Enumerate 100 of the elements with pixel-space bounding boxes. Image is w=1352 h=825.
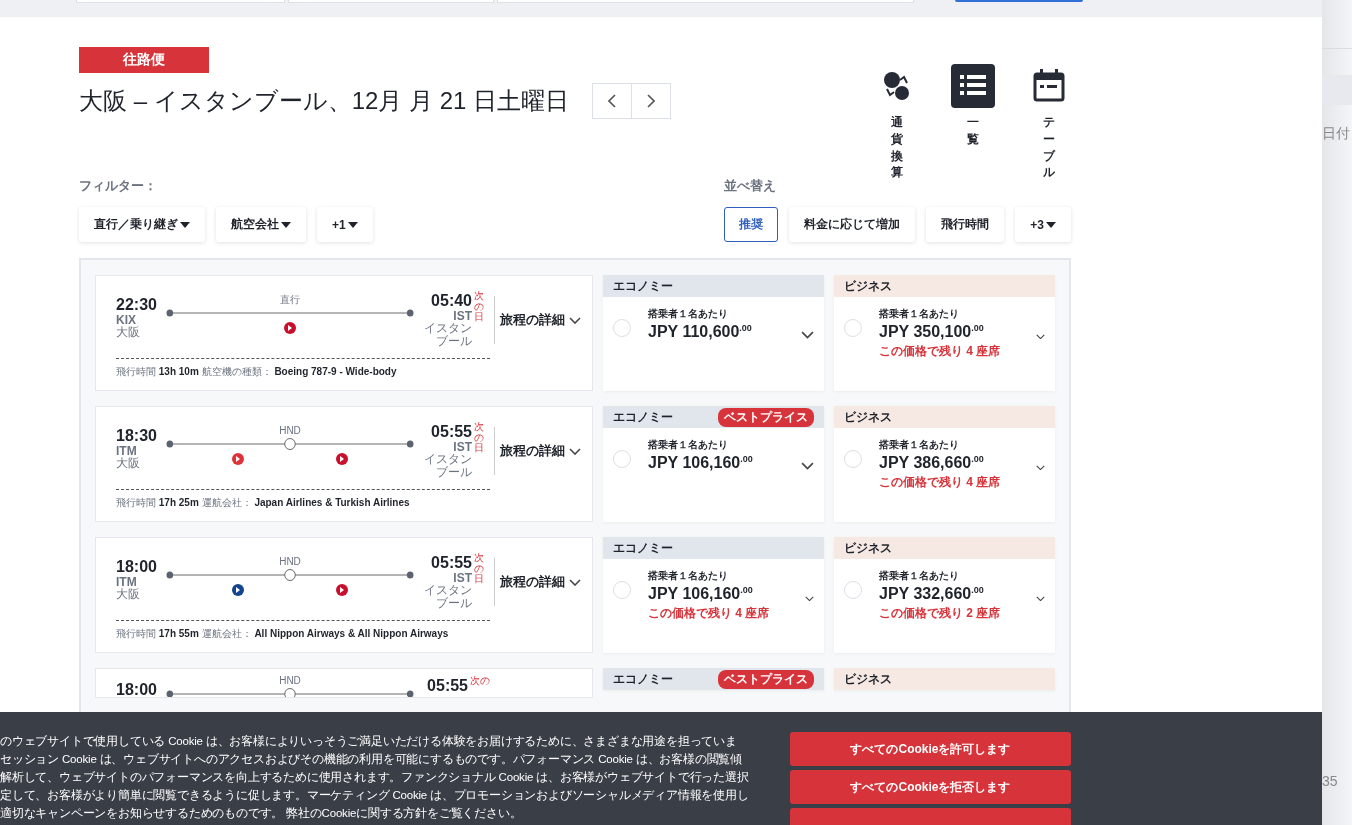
airport-code: IST: [453, 572, 472, 585]
route-title: 大阪 – イスタンブール、12月 月 21 日土曜日: [79, 86, 570, 116]
fare-card[interactable]: ビジネス 搭乗者１名あたり JPY 386,660$^{.00}$ この価格で残り 4 座席: [834, 406, 1055, 523]
seats-left-label: この価格で残り 4 座席: [879, 342, 1002, 360]
itinerary-details-button[interactable]: 旅程の詳細: [494, 427, 581, 476]
fare-card[interactable]: エコノミー ベストプライス 搭乗者１名あたり JPY 106,160$^{.00}$: [603, 406, 824, 523]
sort-button[interactable]: +3: [1015, 207, 1071, 243]
cookie-notice-text: 解析して、ウェブサイトのパフォーマンスを向上するために使用されます。ファンクショナル Cookie は、お客様がウェブサイトで行った選択: [0, 770, 749, 785]
airport-code: ITM: [116, 445, 137, 458]
cabin-name: ビジネス: [844, 670, 892, 688]
cabin-name: エコノミー: [613, 670, 673, 688]
filter-button[interactable]: 直行／乗り継ぎ: [79, 207, 205, 243]
fare-price: JPY 332,660$^{.00}$: [879, 585, 985, 604]
seats-left-label: この価格で残り 2 座席: [879, 604, 1002, 622]
caret-icon: [347, 221, 358, 228]
fare-card[interactable]: エコノミー ベストプライス: [603, 668, 824, 691]
chevron-down-icon: [801, 331, 814, 340]
airport-code: IST: [453, 441, 472, 454]
view-option[interactable]: 一覧: [951, 64, 995, 182]
fare-radio[interactable]: [613, 319, 631, 338]
cabin-name: エコノミー: [613, 277, 673, 295]
route-label: HND: [279, 425, 301, 438]
city-name: イスタンブール: [423, 584, 472, 611]
cabin-name: エコノミー: [613, 408, 673, 426]
next-day-label: 次の日: [474, 553, 485, 587]
cookie-button[interactable]: すべてのCookieを許可します: [790, 732, 1071, 766]
departure-time: 18:30: [116, 427, 158, 446]
previous-day-button[interactable]: [592, 83, 633, 119]
caret-icon: [180, 221, 190, 228]
flight-info: 飛行時間 17h 55m 運航会社： All Nippon Airways & All Nippon Airways: [116, 627, 450, 642]
fare-radio[interactable]: [613, 450, 631, 469]
view-option[interactable]: テーブル: [1027, 64, 1071, 182]
chevron-down-icon: [805, 595, 814, 602]
fare-radio[interactable]: [844, 319, 862, 338]
departure-time: 18:00: [116, 681, 158, 698]
chevron-left-icon: [608, 94, 617, 108]
next-day-button[interactable]: [631, 83, 672, 119]
fare-price: JPY 350,100$^{.00}$: [879, 323, 985, 342]
next-day-label: 次の日: [474, 291, 485, 325]
sort-button[interactable]: 料金に応じて増加: [789, 207, 916, 243]
table-cell-text: 35: [1322, 773, 1339, 789]
route-label: HND: [279, 556, 301, 569]
fare-card[interactable]: エコノミー 搭乗者１名あたり JPY 110,600$^{.00}$: [603, 275, 824, 392]
fare-card[interactable]: ビジネス: [834, 668, 1055, 691]
airport-code: KIX: [116, 314, 136, 327]
filter-button[interactable]: 航空会社: [216, 207, 306, 243]
fare-price: JPY 106,160$^{.00}$: [648, 454, 754, 473]
arrival-time: 05:55: [427, 677, 468, 696]
row-highlight: [1322, 75, 1352, 105]
itinerary-details-button[interactable]: 旅程の詳細: [494, 558, 581, 607]
per-passenger-label: 搭乗者１名あたり: [879, 307, 960, 322]
best-price-badge: ベストプライス: [718, 669, 814, 689]
sort-button[interactable]: 推奨: [724, 207, 779, 243]
cookie-notice-text: セッション Cookie は、ウェブサイトへのアクセスおよびその機能の利用を可能にするものです。パフォーマンス Cookie は、お客様の閲覧傾: [0, 752, 742, 767]
seats-left-label: この価格で残り 4 座席: [648, 604, 771, 622]
cookie-notice-text: 定して、お客様がより簡単に閲覧できるように促します。マーケティング Cookie は、プロモーションおよびソーシャルメディア情報を使用し: [0, 788, 749, 803]
cabin-name: ビジネス: [844, 539, 892, 557]
cookie-notice-text: 適切なキャンペーンをお知らせするためのものです。 弊社のCookieに関する方針をご覧ください。: [0, 806, 522, 822]
caret-icon: [1046, 221, 1056, 228]
cabin-name: ビジネス: [844, 277, 892, 295]
chevron-down-icon: [1036, 333, 1045, 340]
fare-price: JPY 110,600$^{.00}$: [648, 323, 753, 342]
fare-card[interactable]: ビジネス 搭乗者１名あたり JPY 332,660$^{.00}$ この価格で残り 2 座席: [834, 537, 1055, 654]
per-passenger-label: 搭乗者１名あたり: [648, 569, 729, 584]
arrival-time: 05:40: [431, 292, 472, 311]
itinerary-details-button[interactable]: 旅程の詳細: [494, 296, 581, 345]
caret-icon: [281, 221, 291, 228]
route-label: 直行: [280, 294, 300, 307]
chevron-down-icon: [1036, 595, 1045, 602]
fare-card[interactable]: エコノミー 搭乗者１名あたり JPY 106,160$^{.00}$ この価格で残り 4 座席: [603, 537, 824, 654]
next-day-label: 次の日: [474, 422, 485, 456]
airport-code: IST: [453, 310, 472, 323]
chevron-right-icon: [647, 94, 656, 108]
departure-time: 18:00: [116, 558, 158, 577]
best-price-badge: ベストプライス: [718, 407, 814, 427]
per-passenger-label: 搭乗者１名あたり: [648, 307, 729, 322]
city-name: 大阪: [116, 588, 141, 602]
fare-card[interactable]: ビジネス 搭乗者１名あたり JPY 350,100$^{.00}$ この価格で残り 4 座席: [834, 275, 1055, 392]
view-option[interactable]: 通貨換算: [875, 64, 919, 182]
chevron-down-icon: [1036, 464, 1045, 471]
arrival-time: 05:55: [431, 554, 472, 573]
chevron-down-icon: [569, 447, 581, 455]
flight-info: 飛行時間 17h 25m 運航会社： Japan Airlines & Turkish Airlines: [116, 496, 411, 511]
city-name: イスタンブール: [423, 322, 472, 349]
cookie-button[interactable]: すべてのCookieを拒否します: [790, 770, 1071, 804]
fare-radio[interactable]: [613, 581, 631, 600]
cookie-notice-text: のウェブサイトで使用している Cookie は、お客様によりいっそうご満足いただける体験をお届けするために、さまざまな用途を担っていま: [0, 734, 737, 750]
chevron-down-icon: [801, 462, 814, 471]
route-label: HND: [279, 675, 301, 688]
cabin-name: ビジネス: [844, 408, 892, 426]
filter-button[interactable]: +1: [317, 207, 373, 243]
flight-info: 飛行時間 13h 10m 航空機の種類： Boeing 787-9 - Wide-body: [116, 365, 398, 380]
chevron-down-icon: [569, 316, 581, 324]
chevron-down-icon: [569, 578, 581, 586]
fare-price: JPY 386,660$^{.00}$: [879, 454, 985, 473]
city-name: 大阪: [116, 326, 141, 340]
fare-radio[interactable]: [844, 450, 862, 469]
city-name: 大阪: [116, 457, 141, 471]
fare-radio[interactable]: [844, 581, 862, 600]
sort-button[interactable]: 飛行時間: [926, 207, 1005, 243]
